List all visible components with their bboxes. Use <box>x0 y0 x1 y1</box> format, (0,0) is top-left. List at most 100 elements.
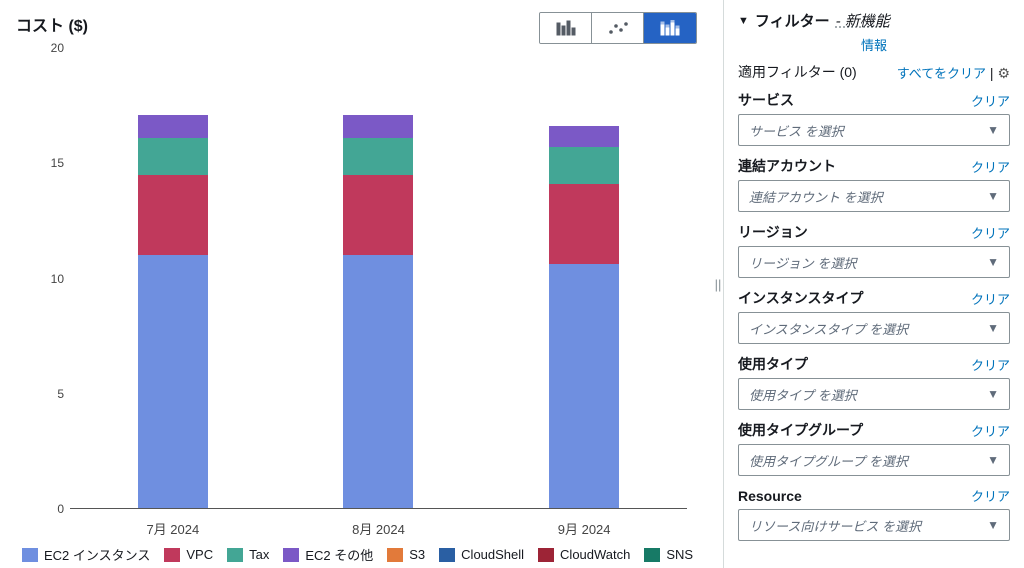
bar-segment[interactable] <box>343 175 413 256</box>
y-tick: 15 <box>51 156 64 170</box>
legend-item[interactable]: EC2 インスタンス <box>22 545 150 564</box>
legend-item[interactable]: CloudShell <box>439 545 524 564</box>
y-tick: 10 <box>51 272 64 286</box>
legend-label: CloudShell <box>461 547 524 562</box>
chevron-down-icon: ▼ <box>987 189 999 203</box>
filter-section: Resourceクリアリソース向けサービス を選択▼ <box>738 486 1010 541</box>
legend-item[interactable]: CloudWatch <box>538 545 630 564</box>
chevron-down-icon: ▼ <box>987 387 999 401</box>
filter-clear-link[interactable]: クリア <box>971 289 1010 308</box>
bar-segment[interactable] <box>549 264 619 508</box>
legend-swatch-icon <box>538 548 554 562</box>
filter-label: リージョン <box>738 222 808 242</box>
filter-label: サービス <box>738 90 794 110</box>
filter-select[interactable]: リージョン を選択 ▼ <box>738 246 1010 278</box>
filter-label: 連結アカウント <box>738 156 836 176</box>
bar-segment[interactable] <box>549 126 619 147</box>
y-tick: 5 <box>57 387 64 401</box>
chevron-down-icon: ▼ <box>987 255 999 269</box>
legend-item[interactable]: SNS <box>644 545 693 564</box>
collapse-sidebar-handle[interactable]: || <box>713 0 723 568</box>
bar-segment[interactable] <box>343 138 413 175</box>
filter-select[interactable]: 使用タイプグループ を選択 ▼ <box>738 444 1010 476</box>
x-axis: 7月 2024 8月 2024 9月 2024 <box>70 513 687 537</box>
bar-segment[interactable] <box>138 138 208 175</box>
applied-filters-label: 適用フィルター (0) <box>738 62 857 82</box>
filter-placeholder: 連結アカウント を選択 <box>749 187 883 206</box>
filter-placeholder: 使用タイプ を選択 <box>749 385 857 404</box>
chevron-down-icon: ▼ <box>987 453 999 467</box>
bar-segment[interactable] <box>138 175 208 256</box>
filter-info-link[interactable]: 情報 <box>861 38 887 53</box>
legend-item[interactable]: VPC <box>164 545 213 564</box>
bar-segment[interactable] <box>549 184 619 265</box>
filter-placeholder: リージョン を選択 <box>749 253 856 272</box>
y-axis: 05101520 <box>36 48 70 509</box>
bar-segment[interactable] <box>343 115 413 138</box>
filter-section: サービス クリアサービス を選択 ▼ <box>738 90 1010 146</box>
filter-placeholder: リソース向けサービス を選択 <box>749 516 921 535</box>
bar-segment[interactable] <box>138 255 208 508</box>
chart-type-line-button[interactable] <box>592 13 644 43</box>
filter-placeholder: インスタンスタイプ を選択 <box>749 319 908 338</box>
bar-column[interactable] <box>138 48 208 508</box>
legend-swatch-icon <box>283 548 299 562</box>
filter-panel: ▼ フィルター - 新機能 情報 適用フィルター (0) すべてをクリア | ⚙… <box>724 0 1024 568</box>
bar-segment[interactable] <box>343 255 413 508</box>
legend-label: CloudWatch <box>560 547 630 562</box>
gear-icon[interactable]: ⚙ <box>997 65 1010 81</box>
legend-label: Tax <box>249 547 269 562</box>
legend-item[interactable]: Tax <box>227 545 269 564</box>
filter-header-new: - 新機能 <box>836 10 890 31</box>
filter-panel-header[interactable]: ▼ フィルター - 新機能 <box>738 10 1010 31</box>
chart-panel: コスト ($) 0 5 10 15 20 7月 2024 8月 2024 9月 2024 E… <box>0 0 713 568</box>
filter-clear-link[interactable]: クリア <box>971 486 1010 505</box>
x-tick-label: 7月 2024 <box>137 513 209 537</box>
chevron-down-icon: ▼ <box>987 518 999 532</box>
x-tick-label: 9月 2024 <box>548 513 620 537</box>
bar-segment[interactable] <box>549 147 619 184</box>
filter-label: 使用タイプグループ <box>738 420 863 440</box>
clear-all-link[interactable]: すべてをクリア <box>897 66 986 81</box>
filter-section: リージョン クリアリージョン を選択 ▼ <box>738 222 1010 278</box>
filter-clear-link[interactable]: クリア <box>971 223 1010 242</box>
caret-down-icon: ▼ <box>738 15 749 27</box>
bar-column[interactable] <box>343 48 413 508</box>
bar-segment[interactable] <box>138 115 208 138</box>
legend-label: EC2 その他 <box>305 545 373 564</box>
filter-section: 使用タイプ クリア使用タイプ を選択 ▼ <box>738 354 1010 410</box>
y-tick: 0 <box>57 502 64 516</box>
legend-swatch-icon <box>644 548 660 562</box>
legend-item[interactable]: EC2 その他 <box>283 545 373 564</box>
legend-swatch-icon <box>227 548 243 562</box>
chart-title: コスト ($) <box>16 12 88 36</box>
filter-clear-link[interactable]: クリア <box>971 157 1010 176</box>
filter-select[interactable]: 使用タイプ を選択 ▼ <box>738 378 1010 410</box>
chevron-down-icon: ▼ <box>987 123 999 137</box>
filter-clear-link[interactable]: クリア <box>971 355 1010 374</box>
filter-label: 使用タイプ <box>738 354 808 374</box>
legend-label: S3 <box>409 547 425 562</box>
legend-label: SNS <box>666 547 693 562</box>
y-tick: 20 <box>51 41 64 55</box>
legend-label: EC2 インスタンス <box>44 545 150 564</box>
filter-clear-link[interactable]: クリア <box>971 421 1010 440</box>
x-tick-label: 8月 2024 <box>342 513 414 537</box>
filter-select[interactable]: リソース向けサービス を選択 ▼ <box>738 509 1010 541</box>
bar-column[interactable] <box>549 48 619 508</box>
chart-type-bar-button[interactable] <box>540 13 592 43</box>
filter-clear-link[interactable]: クリア <box>971 91 1010 110</box>
legend-swatch-icon <box>439 548 455 562</box>
filter-select[interactable]: インスタンスタイプ を選択▼ <box>738 312 1010 344</box>
filter-select[interactable]: 連結アカウント を選択 ▼ <box>738 180 1010 212</box>
chart-legend: EC2 インスタンス VPC Tax EC2 その他 S3 CloudShell Cloud… <box>22 545 697 564</box>
legend-item[interactable]: S3 <box>387 545 425 564</box>
filter-section: インスタンスタイプ クリアインスタンスタイプ を選択▼ <box>738 288 1010 344</box>
filter-label: インスタンスタイプ <box>738 288 863 308</box>
filter-placeholder: サービス を選択 <box>749 121 844 140</box>
legend-swatch-icon <box>22 548 38 562</box>
filter-select[interactable]: サービス を選択 ▼ <box>738 114 1010 146</box>
filter-placeholder: 使用タイプグループ を選択 <box>749 451 908 470</box>
filter-section: 連結アカウント クリア連結アカウント を選択 ▼ <box>738 156 1010 212</box>
chart-type-stacked-button[interactable] <box>644 13 696 43</box>
